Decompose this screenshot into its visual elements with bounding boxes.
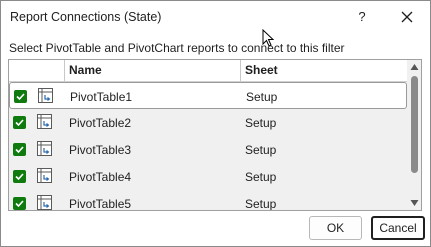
row-name: PivotTable1 [70,90,133,104]
list-header: Name Sheet [9,60,407,82]
list-item[interactable]: PivotTable1 Setup [9,82,407,109]
pivottable-icon [37,168,52,183]
checkbox-checked-icon [15,173,24,181]
row-name: PivotTable2 [69,116,132,130]
report-connections-dialog: Report Connections (State) ? Select Pivo… [0,0,431,247]
vertical-scrollbar[interactable] [408,60,421,210]
row-sheet: Setup [245,197,277,211]
title-bar: Report Connections (State) ? [1,1,430,33]
row-checkbox[interactable] [14,90,27,103]
row-checkbox[interactable] [13,143,26,156]
row-sheet: Setup [245,116,277,130]
row-name: PivotTable3 [69,143,132,157]
pivottable-icon [37,114,52,129]
list-item[interactable]: PivotTable4 Setup [9,163,407,190]
pivottable-icon [37,141,52,156]
row-checkbox[interactable] [13,197,26,210]
ok-button[interactable]: OK [309,216,362,240]
row-sheet: Setup [245,170,277,184]
checkbox-checked-icon [15,146,24,154]
scroll-up-arrow-icon[interactable] [410,63,419,71]
list-item[interactable]: PivotTable5 Setup [9,190,407,211]
row-sheet: Setup [246,90,278,104]
checkbox-checked-icon [15,200,24,208]
cancel-button[interactable]: Cancel [371,216,425,240]
pivottable-icon [37,195,52,210]
scroll-thumb[interactable] [411,76,418,173]
help-button[interactable]: ? [347,5,377,29]
list-item[interactable]: PivotTable3 Setup [9,136,407,163]
column-separator[interactable] [240,60,241,81]
close-icon [401,11,413,23]
row-checkbox[interactable] [13,170,26,183]
row-name: PivotTable5 [69,197,132,211]
close-button[interactable] [392,5,422,29]
scroll-down-arrow-icon[interactable] [410,199,419,207]
dialog-title: Report Connections (State) [10,10,162,24]
row-sheet: Setup [245,143,277,157]
pivottable-icon [38,88,53,103]
column-header-name[interactable]: Name [69,60,102,81]
checkbox-checked-icon [16,93,25,101]
checkbox-checked-icon [15,119,24,127]
instruction-text: Select PivotTable and PivotChart reports… [9,41,345,55]
pivot-report-list[interactable]: Name Sheet PivotTable1 Setup PivotTable2 Se… [8,59,422,211]
list-item[interactable]: PivotTable2 Setup [9,109,407,136]
column-header-sheet[interactable]: Sheet [245,60,278,81]
column-separator[interactable] [64,60,65,81]
row-checkbox[interactable] [13,116,26,129]
row-name: PivotTable4 [69,170,132,184]
